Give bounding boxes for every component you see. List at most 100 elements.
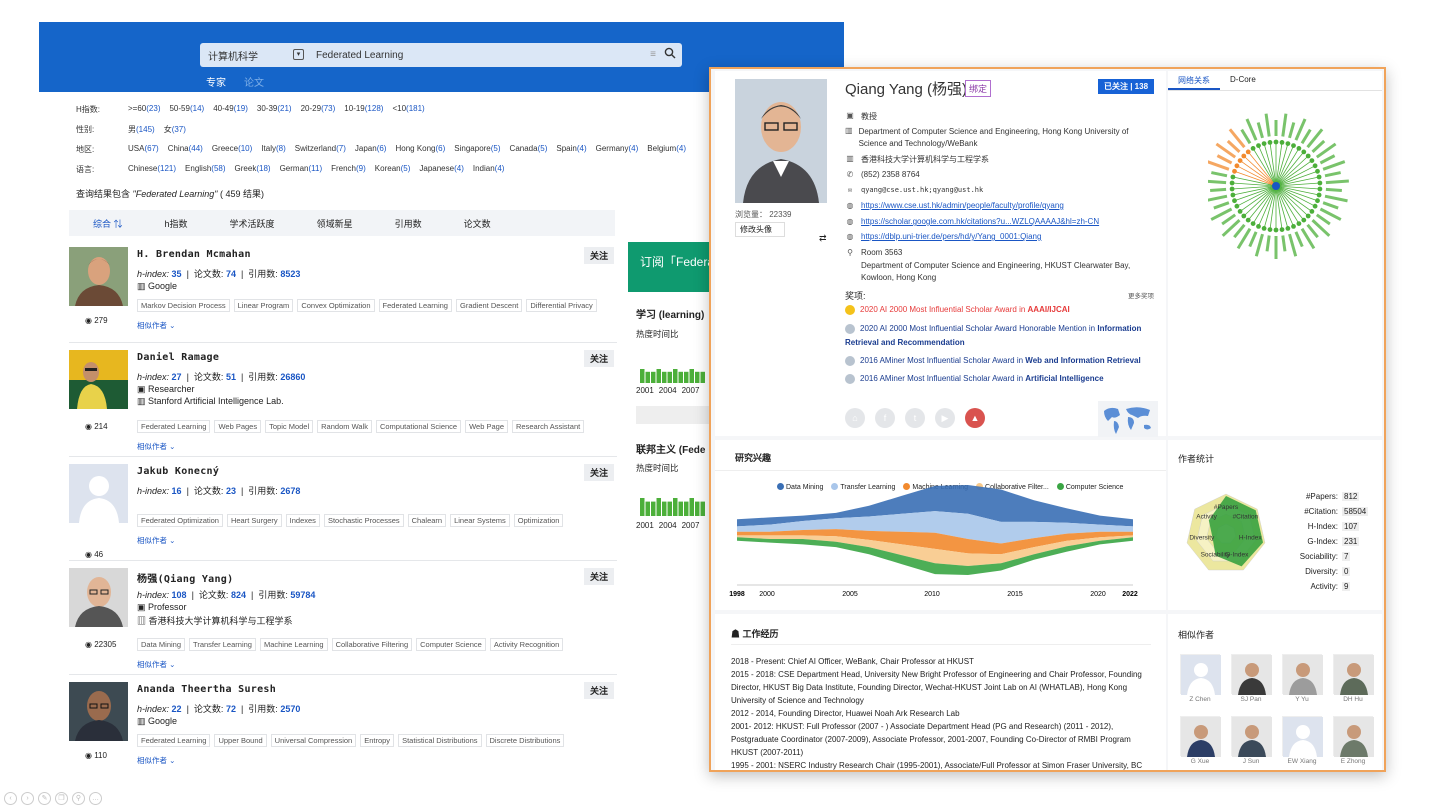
tag[interactable]: Optimization	[513, 514, 564, 527]
network-node[interactable]	[1312, 163, 1318, 169]
similar-authors-link[interactable]: 相似作者 ⌄	[137, 659, 175, 670]
tag[interactable]: Topic Model	[265, 420, 314, 433]
tag[interactable]: Computational Science	[375, 420, 462, 433]
similar-authors-link[interactable]: 相似作者 ⌄	[137, 320, 175, 331]
filter-option[interactable]: Italy(8)	[261, 144, 285, 155]
network-node[interactable]	[1273, 139, 1279, 145]
tag[interactable]: Convex Optimization	[297, 299, 375, 312]
filter-option[interactable]: 男(145)	[128, 124, 155, 135]
network-node[interactable]	[1305, 213, 1311, 219]
network-node[interactable]	[1237, 209, 1243, 214]
tab-dcore[interactable]: D-Core	[1220, 71, 1266, 90]
follow-button[interactable]: 关注	[583, 682, 614, 699]
network-node[interactable]	[1309, 209, 1315, 214]
tag[interactable]: Universal Compression	[270, 734, 357, 747]
tag[interactable]: Machine Learning	[259, 638, 328, 651]
coauthor[interactable]: SJ Pan	[1231, 654, 1272, 703]
network-node[interactable]	[1317, 180, 1323, 186]
streamgraph[interactable]: 1998 2000 2005 2010 2015 2020 2022	[715, 480, 1166, 610]
network-node[interactable]	[1301, 149, 1307, 155]
filter-option[interactable]: 女(37)	[164, 124, 186, 135]
scholar-name[interactable]: 杨强(Qiang Yang)	[137, 570, 233, 585]
network-center-node[interactable]	[1272, 182, 1280, 190]
tag[interactable]: Research Assistant	[512, 420, 585, 433]
network-node[interactable]	[1267, 227, 1273, 233]
coauthor[interactable]: DH Hu	[1333, 654, 1374, 703]
tag[interactable]: Web Pages	[214, 420, 262, 433]
network-node[interactable]	[1237, 158, 1243, 163]
more-icon[interactable]: …	[89, 792, 102, 805]
scholar-avatar[interactable]	[69, 682, 128, 741]
coauthor-network-graph[interactable]	[1208, 91, 1368, 296]
filter-icon[interactable]: ≡	[650, 49, 656, 60]
network-node[interactable]	[1245, 149, 1251, 155]
similar-authors-link[interactable]: 相似作者 ⌄	[137, 441, 175, 452]
network-node[interactable]	[1234, 163, 1240, 169]
chevron-down-icon[interactable]: ▾	[293, 49, 304, 60]
filter-option[interactable]: Canada(5)	[510, 144, 548, 155]
similar-authors-link[interactable]: 相似作者 ⌄	[137, 535, 175, 546]
tag[interactable]: Differential Privacy	[526, 299, 597, 312]
coauthor-avatar[interactable]	[1282, 716, 1323, 757]
network-node[interactable]	[1316, 192, 1322, 198]
network-node[interactable]	[1309, 158, 1315, 163]
follow-button[interactable]: 关注	[583, 464, 614, 481]
edit-avatar-button[interactable]: 修改头像	[735, 222, 785, 237]
filter-option[interactable]: China(44)	[168, 144, 203, 155]
home-icon[interactable]: ⌂	[845, 408, 865, 428]
network-node[interactable]	[1250, 221, 1256, 227]
coauthor-avatar[interactable]	[1282, 654, 1323, 695]
tag[interactable]: Gradient Descent	[455, 299, 523, 312]
sort-overall[interactable]: 综合 ⇅	[93, 217, 123, 230]
homepage-link[interactable]: https://www.cse.ust.hk/admin/people/facu…	[861, 201, 1064, 210]
tag[interactable]: Chalearn	[407, 514, 447, 527]
filter-option[interactable]: French(9)	[331, 164, 366, 175]
scholar-name[interactable]: Daniel Ramage	[137, 352, 219, 363]
scholar-avatar[interactable]	[69, 568, 128, 627]
tag[interactable]: Linear Systems	[450, 514, 510, 527]
dblp-link[interactable]: https://dblp.uni-trier.de/pers/hd/y/Yang…	[861, 232, 1041, 241]
topic-title[interactable]: 学习 (learning)	[636, 306, 704, 321]
network-node[interactable]	[1317, 186, 1323, 192]
scholar-avatar[interactable]	[69, 247, 128, 306]
filter-option[interactable]: 40-49(19)	[213, 104, 248, 115]
filter-option[interactable]: Spain(4)	[556, 144, 586, 155]
tag[interactable]: Markov Decision Process	[137, 299, 230, 312]
filter-option[interactable]: Chinese(121)	[128, 164, 176, 175]
sort-papers[interactable]: 论文数	[464, 217, 491, 230]
network-node[interactable]	[1234, 203, 1240, 209]
coauthor-avatar[interactable]	[1180, 654, 1221, 695]
follow-button[interactable]: 关注	[583, 247, 614, 264]
search-input[interactable]: Federated Learning ≡	[310, 43, 682, 67]
coauthor-avatar[interactable]	[1333, 716, 1374, 757]
network-node[interactable]	[1312, 203, 1318, 209]
scholar-avatar[interactable]	[69, 464, 128, 523]
follow-button[interactable]: 关注	[583, 350, 614, 367]
coauthor-avatar[interactable]	[1231, 654, 1272, 695]
topic-title-2[interactable]: 联邦主义 (Fede	[636, 441, 705, 456]
tag[interactable]: Federated Optimization	[137, 514, 223, 527]
pen-icon[interactable]: ✎	[38, 792, 51, 805]
filter-option[interactable]: USA(67)	[128, 144, 159, 155]
trend-button[interactable]	[636, 406, 710, 424]
network-node[interactable]	[1229, 186, 1235, 192]
network-node[interactable]	[1232, 198, 1237, 204]
tag[interactable]: Upper Bound	[214, 734, 267, 747]
graduation-cap-icon[interactable]: ▲	[965, 408, 985, 428]
network-node[interactable]	[1305, 153, 1311, 159]
scholar-name[interactable]: Ananda Theertha Suresh	[137, 684, 276, 695]
coauthor[interactable]: G Xue	[1180, 716, 1221, 765]
coauthor-avatar[interactable]	[1231, 716, 1272, 757]
network-node[interactable]	[1230, 192, 1236, 198]
scholar-name[interactable]: Jakub Konecný	[137, 466, 219, 477]
youtube-icon[interactable]: ▶	[935, 408, 955, 428]
network-node[interactable]	[1296, 221, 1302, 227]
filter-option[interactable]: Japan(6)	[355, 144, 387, 155]
google-scholar-link[interactable]: https://scholar.google.com.hk/citations?…	[861, 217, 1099, 226]
tag[interactable]: Federated Learning	[137, 420, 211, 433]
filter-option[interactable]: >=60(23)	[128, 104, 160, 115]
coauthor[interactable]: J Sun	[1231, 716, 1272, 765]
filter-option[interactable]: <10(181)	[392, 104, 424, 115]
network-node[interactable]	[1279, 140, 1285, 145]
twitter-icon[interactable]: t	[905, 408, 925, 428]
